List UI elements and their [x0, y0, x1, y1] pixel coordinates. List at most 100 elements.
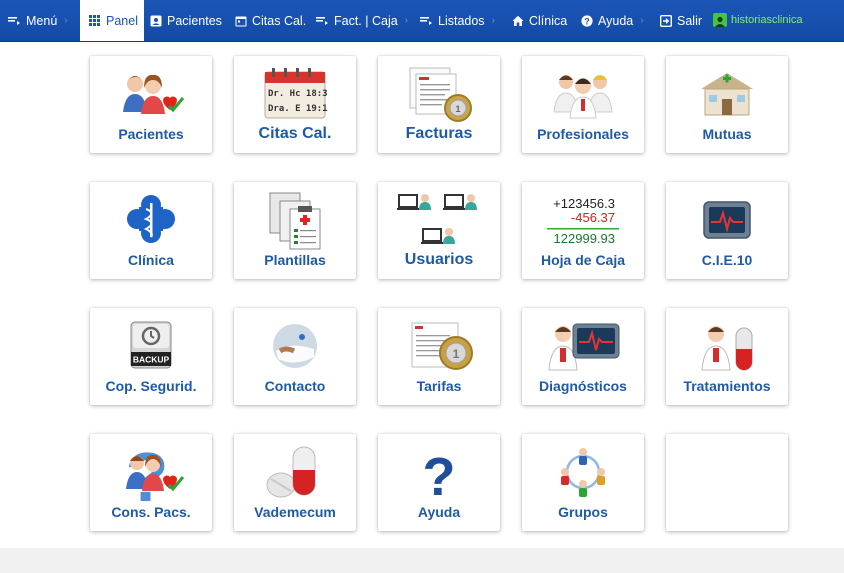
- diagnostics-icon: [522, 316, 644, 376]
- user-name: historiasclinica: [731, 14, 803, 26]
- tile-cie10-label: C.I.E.10: [701, 252, 753, 268]
- nav-citas[interactable]: Citas Cal.: [234, 0, 306, 41]
- home-icon: [511, 14, 524, 27]
- tile-diagnosticos[interactable]: Diagnósticos: [522, 308, 644, 405]
- tile-diagnosticos-label: Diagnósticos: [539, 378, 627, 394]
- id-card-icon: [149, 14, 162, 27]
- user-avatar-icon: [713, 13, 727, 27]
- nav-panel-label: Panel: [106, 13, 138, 28]
- nav-pacientes[interactable]: Pacientes: [149, 0, 222, 41]
- tile-usuarios[interactable]: Usuarios: [378, 182, 500, 279]
- pill-icon: [234, 442, 356, 502]
- svg-text:1: 1: [453, 347, 460, 361]
- cash-sheet-icon: +123456.3 -456.37 122999.93: [522, 190, 644, 250]
- tile-tratamientos[interactable]: Tratamientos: [666, 308, 788, 405]
- monitor-icon: [666, 190, 788, 250]
- groups-icon: [522, 442, 644, 502]
- tile-plantillas[interactable]: Plantillas: [234, 182, 356, 279]
- nav-pacientes-label: Pacientes: [167, 13, 222, 28]
- user-account[interactable]: historiasclinica: [713, 12, 803, 28]
- professionals-icon: [522, 64, 644, 124]
- tile-ayuda[interactable]: ? Ayuda: [378, 434, 500, 531]
- tile-ayuda-label: Ayuda: [417, 504, 461, 520]
- svg-text:1: 1: [455, 104, 460, 114]
- svg-text:?: ?: [423, 447, 456, 501]
- tile-tarifas[interactable]: 1 Tarifas: [378, 308, 500, 405]
- tile-cons-pacs[interactable]: ? Cons. Pacs.: [90, 434, 212, 531]
- footer-strip: [0, 548, 844, 573]
- nav-menu[interactable]: Menú ›: [8, 0, 68, 41]
- tile-contacto[interactable]: Contacto: [234, 308, 356, 405]
- tile-cons-pacs-label: Cons. Pacs.: [111, 504, 191, 520]
- tile-clinica-label: Clínica: [128, 252, 174, 268]
- tile-grupos-label: Grupos: [558, 504, 608, 520]
- tile-mutuas-label: Mutuas: [702, 126, 752, 142]
- nav-ayuda[interactable]: ? Ayuda ›: [580, 0, 644, 41]
- tile-cop-segurid[interactable]: BACKUP Cop. Segurid.: [90, 308, 212, 405]
- tile-vademecum-label: Vademecum: [254, 504, 336, 520]
- tile-citas-cal[interactable]: Dr. Hc 18:30 Dra. E 19:15 Citas Cal.: [234, 56, 356, 153]
- tile-empty: [666, 434, 788, 531]
- cash-number-2: -456.37: [571, 210, 615, 225]
- menu-icon: [316, 14, 329, 27]
- tile-usuarios-label: Usuarios: [404, 251, 474, 268]
- backup-badge-text: BACKUP: [133, 355, 170, 365]
- svg-text:?: ?: [584, 16, 590, 26]
- tile-grupos[interactable]: Grupos: [522, 434, 644, 531]
- tile-profesionales[interactable]: Profesionales: [522, 56, 644, 153]
- nav-ayuda-label: Ayuda: [598, 13, 634, 28]
- nav-salir[interactable]: Salir: [659, 0, 702, 41]
- svg-text:?: ?: [126, 441, 169, 503]
- tile-vademecum[interactable]: Vademecum: [234, 434, 356, 531]
- tile-facturas[interactable]: 1 Facturas: [378, 56, 500, 153]
- chevron-right-icon: ›: [491, 15, 495, 26]
- tile-cop-segurid-label: Cop. Segurid.: [105, 378, 197, 394]
- tile-pacientes-label: Pacientes: [118, 126, 184, 142]
- chevron-right-icon: ›: [404, 15, 409, 26]
- treatments-icon: [666, 316, 788, 376]
- menu-icon: [8, 14, 21, 27]
- top-navigation-bar: Menú › Panel Pacientes Citas Cal. Fact. …: [0, 0, 844, 42]
- invoices-icon: 1: [378, 64, 500, 124]
- medical-cross-icon: [90, 190, 212, 250]
- chevron-right-icon: ›: [640, 15, 644, 26]
- menu-icon: [420, 14, 433, 27]
- chevron-right-icon: ›: [64, 15, 68, 26]
- tile-contacto-label: Contacto: [264, 378, 326, 394]
- grid-icon: [88, 14, 101, 27]
- calendar-line-2: Dra. E 19:15: [268, 104, 328, 114]
- tile-tratamientos-label: Tratamientos: [683, 378, 771, 394]
- tile-cie10[interactable]: C.I.E.10: [666, 182, 788, 279]
- cash-number-1: +123456.3: [553, 196, 615, 211]
- tile-plantillas-label: Plantillas: [264, 252, 326, 268]
- nav-clinica[interactable]: Clínica: [511, 0, 567, 41]
- nav-menu-label: Menú: [26, 13, 58, 28]
- nav-facturacion[interactable]: Fact. | Caja ›: [316, 0, 408, 41]
- nav-listados[interactable]: Listados ›: [420, 0, 495, 41]
- help-icon: ?: [378, 442, 500, 502]
- tile-hoja-de-caja[interactable]: +123456.3 -456.37 122999.93 Hoja de Caja: [522, 182, 644, 279]
- question-icon: ?: [580, 14, 593, 27]
- calendar-appointments-icon: Dr. Hc 18:30 Dra. E 19:15: [234, 64, 356, 124]
- hospital-icon: [666, 64, 788, 124]
- users-icon: [378, 190, 500, 250]
- nav-citas-label: Citas Cal.: [252, 13, 307, 28]
- calendar-line-1: Dr. Hc 18:30: [268, 89, 328, 99]
- tile-facturas-label: Facturas: [405, 125, 473, 142]
- tile-profesionales-label: Profesionales: [537, 126, 629, 142]
- tile-mutuas[interactable]: Mutuas: [666, 56, 788, 153]
- cash-number-3: 122999.93: [554, 231, 615, 246]
- nav-listados-label: Listados: [438, 13, 485, 28]
- contact-icon: [234, 316, 356, 376]
- patient-query-icon: ?: [90, 441, 212, 503]
- calendar-icon: [234, 14, 247, 27]
- nav-salir-label: Salir: [677, 13, 703, 28]
- tile-pacientes[interactable]: Pacientes: [90, 56, 212, 153]
- backup-icon: BACKUP: [90, 316, 212, 376]
- nav-panel[interactable]: Panel: [80, 0, 144, 41]
- tile-clinica[interactable]: Clínica: [90, 182, 212, 279]
- nav-facturacion-label: Fact. | Caja: [334, 13, 398, 28]
- exit-icon: [659, 14, 672, 27]
- tile-citas-cal-label: Citas Cal.: [258, 125, 332, 142]
- rates-icon: 1: [378, 316, 500, 376]
